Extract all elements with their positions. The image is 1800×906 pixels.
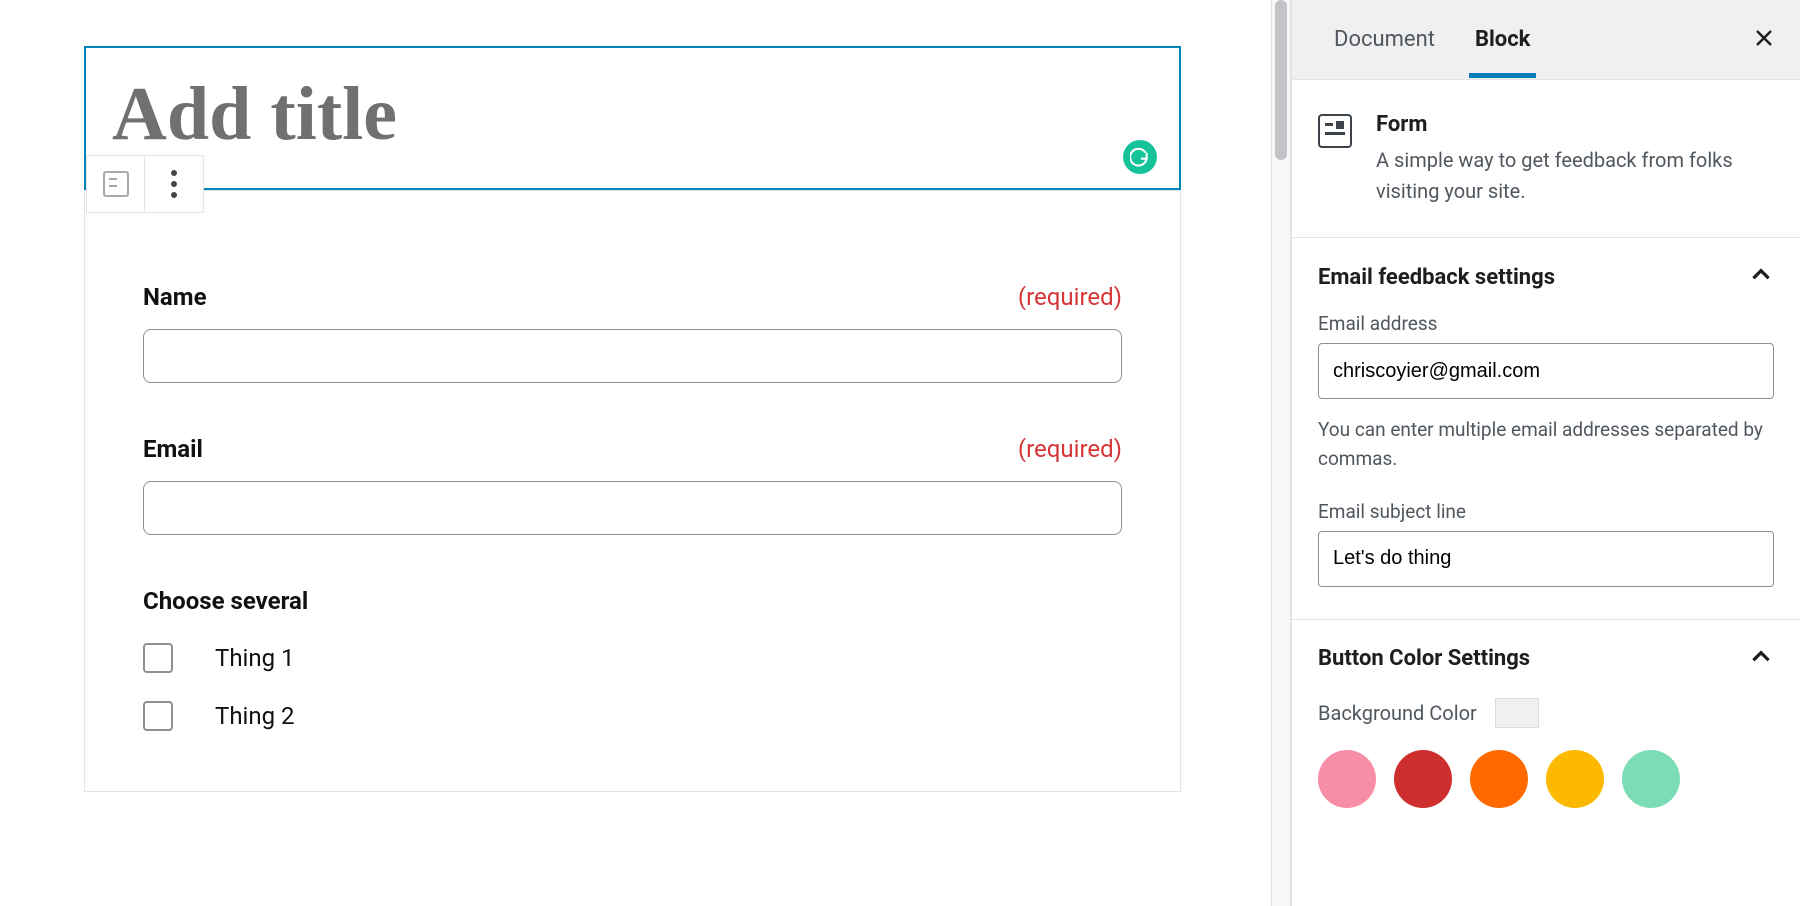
field-label: Email [143,435,203,463]
button-color-panel: Button Color Settings Background Color [1292,620,1800,840]
form-field-name: Name (required) [143,283,1122,383]
color-swatch-pink[interactable] [1318,750,1376,808]
current-color-swatch [1495,698,1539,728]
color-swatch-red[interactable] [1394,750,1452,808]
block-info: Form A simple way to get feedback from f… [1292,80,1800,238]
chevron-up-icon [1748,262,1774,292]
title-placeholder: Add title [112,76,1151,152]
field-label: Name [143,283,207,311]
required-tag: (required) [1018,283,1122,311]
color-swatch-orange[interactable] [1470,750,1528,808]
more-options-button[interactable] [145,156,203,212]
checkbox[interactable] [143,643,173,673]
checkbox-option-2: Thing 2 [143,701,1122,731]
required-tag: (required) [1018,435,1122,463]
editor-canvas: Add title Name (required) [0,0,1271,906]
name-input[interactable] [143,329,1122,383]
email-subject-input[interactable] [1318,531,1774,587]
grammarly-icon[interactable] [1123,140,1157,174]
title-block[interactable]: Add title [84,46,1181,190]
tab-document[interactable]: Document [1314,1,1455,78]
panel-title: Button Color Settings [1318,646,1530,671]
background-color-label: Background Color [1318,701,1477,725]
email-input[interactable] [143,481,1122,535]
settings-sidebar: Document Block Form A simple way to get … [1291,0,1800,906]
form-icon [103,171,129,197]
email-address-label: Email address [1318,312,1774,335]
sidebar-tabs: Document Block [1292,0,1800,80]
checkbox-option-1: Thing 1 [143,643,1122,673]
block-toolbar [86,155,204,213]
tab-block[interactable]: Block [1455,1,1551,78]
color-swatch-yellow[interactable] [1546,750,1604,808]
block-title: Form [1376,112,1774,137]
field-label: Choose several [143,587,1122,615]
form-icon [1318,114,1352,148]
form-block[interactable]: Name (required) Email (required) Choose … [84,190,1181,792]
panel-toggle-email[interactable]: Email feedback settings [1318,262,1774,292]
form-field-email: Email (required) [143,435,1122,535]
close-icon [1752,26,1776,50]
scrollbar-thumb[interactable] [1275,0,1287,160]
checkbox-label: Thing 1 [215,644,295,672]
checkbox-label: Thing 2 [215,702,295,730]
email-feedback-panel: Email feedback settings Email address Yo… [1292,238,1800,620]
form-field-checkbox-group: Choose several Thing 1 Thing 2 [143,587,1122,731]
panel-title: Email feedback settings [1318,265,1555,290]
block-type-button[interactable] [87,156,145,212]
email-address-input[interactable] [1318,343,1774,399]
block-description: A simple way to get feedback from folks … [1376,145,1774,207]
chevron-up-icon [1748,644,1774,674]
scrollbar[interactable] [1271,0,1291,906]
checkbox[interactable] [143,701,173,731]
email-subject-label: Email subject line [1318,500,1774,523]
close-sidebar-button[interactable] [1742,16,1786,64]
email-address-help: You can enter multiple email addresses s… [1318,415,1774,474]
panel-toggle-color[interactable]: Button Color Settings [1318,644,1774,674]
color-swatch-row [1318,750,1774,808]
more-vertical-icon [171,170,177,198]
color-swatch-green[interactable] [1622,750,1680,808]
